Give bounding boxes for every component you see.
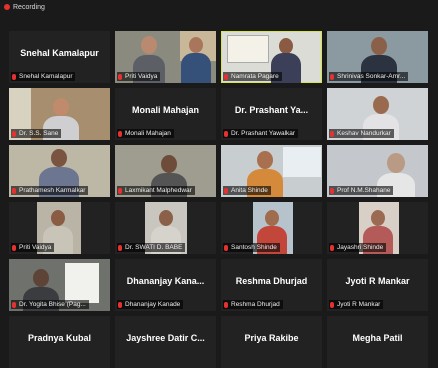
- participant-tile[interactable]: Anita Shinde: [221, 145, 322, 197]
- participant-name-label: Snehal Kamalapur: [11, 72, 76, 81]
- participant-name-label: Santosh Shinde: [223, 243, 280, 252]
- participant-name-label: Prof N.M.Shahane: [329, 186, 394, 195]
- participant-tile[interactable]: Dr. S.S. Sane: [9, 88, 110, 140]
- participant-name-label: Jayashri Shinde: [329, 243, 387, 252]
- participant-name-label: Shrinivas Sonkar-Amr...: [329, 72, 409, 81]
- participant-tile-active-speaker[interactable]: Namrata Pagare: [221, 31, 322, 83]
- participant-tile[interactable]: Dr. SWATI D. BABE: [115, 202, 216, 254]
- participant-tile[interactable]: Monali Mahajan Monali Mahajan: [115, 88, 216, 140]
- participant-display-name: Pradnya Kubal: [27, 333, 92, 343]
- mic-muted-icon: [118, 244, 122, 251]
- mic-muted-icon: [12, 187, 16, 194]
- gallery-grid: Snehal Kamalapur Snehal Kamalapur Priti …: [9, 31, 428, 368]
- participant-tile[interactable]: Laxmikant Malphedwar: [115, 145, 216, 197]
- participant-display-name: Monali Mahajan: [131, 105, 199, 115]
- participant-name-label: Dr. S.S. Sane: [11, 129, 62, 138]
- participant-name-label: Monali Mahajan: [117, 129, 174, 138]
- participant-tile[interactable]: Keshav Nandurkar: [327, 88, 428, 140]
- participant-name-label: Reshma Dhurjad: [223, 300, 283, 309]
- participant-tile[interactable]: Prathamesh Karmalkar: [9, 145, 110, 197]
- participant-name-label: Priti Vaidya: [11, 243, 55, 252]
- mic-muted-icon: [224, 244, 228, 251]
- participant-tile[interactable]: Santosh Shinde: [221, 202, 322, 254]
- participant-tile[interactable]: Pradnya Kubal: [9, 316, 110, 368]
- participant-name-label: Dhananjay Kanade: [117, 300, 184, 309]
- participant-name-label: Prathamesh Karmalkar: [11, 186, 89, 195]
- recording-label: Recording: [13, 3, 45, 11]
- participant-tile[interactable]: Priti Vaidya: [9, 202, 110, 254]
- participant-display-name: Jyoti R Mankar: [345, 276, 410, 286]
- mic-muted-icon: [12, 73, 16, 80]
- participant-display-name: Dhananjay Kana...: [126, 276, 205, 286]
- mic-muted-icon: [118, 187, 122, 194]
- participant-display-name: Dr. Prashant Ya...: [234, 105, 309, 115]
- participant-display-name: Reshma Dhurjad: [235, 276, 308, 286]
- participant-name-label: Anita Shinde: [223, 186, 271, 195]
- mic-muted-icon: [330, 73, 334, 80]
- mic-muted-icon: [224, 130, 228, 137]
- participant-tile[interactable]: Reshma Dhurjad Reshma Dhurjad: [221, 259, 322, 311]
- mic-muted-icon: [330, 244, 334, 251]
- mic-muted-icon: [224, 301, 228, 308]
- recording-indicator: Recording: [0, 0, 438, 14]
- participant-tile[interactable]: Snehal Kamalapur Snehal Kamalapur: [9, 31, 110, 83]
- participant-tile[interactable]: Shrinivas Sonkar-Amr...: [327, 31, 428, 83]
- mic-muted-icon: [118, 301, 122, 308]
- recording-icon: [4, 4, 10, 10]
- participant-tile[interactable]: Jayashri Shinde: [327, 202, 428, 254]
- mic-muted-icon: [118, 130, 122, 137]
- participant-display-name: Priya Rakibe: [244, 333, 299, 343]
- participant-name-label: Dr. Prashant Yawalkar: [223, 129, 299, 138]
- participant-display-name: Megha Patil: [352, 333, 403, 343]
- participant-name-label: Keshav Nandurkar: [329, 129, 394, 138]
- mic-muted-icon: [118, 73, 122, 80]
- participant-name-label: Priti Vaidya: [117, 72, 161, 81]
- participant-name-label: Namrata Pagare: [223, 72, 282, 81]
- mic-muted-icon: [330, 187, 334, 194]
- mic-muted-icon: [12, 130, 16, 137]
- participant-tile[interactable]: Prof N.M.Shahane: [327, 145, 428, 197]
- participant-name-label: Laxmikant Malphedwar: [117, 186, 195, 195]
- participant-tile[interactable]: Dr. Prashant Ya... Dr. Prashant Yawalkar: [221, 88, 322, 140]
- mic-muted-icon: [330, 130, 334, 137]
- participant-tile[interactable]: Priya Rakibe: [221, 316, 322, 368]
- mic-muted-icon: [12, 244, 16, 251]
- participant-tile[interactable]: Jyoti R Mankar Jyoti R Mankar: [327, 259, 428, 311]
- participant-tile[interactable]: Dr. Yogita Bhise (Pag...: [9, 259, 110, 311]
- participant-name-label: Dr. Yogita Bhise (Pag...: [11, 300, 89, 309]
- mic-muted-icon: [12, 301, 16, 308]
- participant-tile[interactable]: Jayshree Datir C...: [115, 316, 216, 368]
- participant-tile[interactable]: Priti Vaidya: [115, 31, 216, 83]
- participant-display-name: Jayshree Datir C...: [126, 333, 205, 343]
- mic-muted-icon: [224, 73, 228, 80]
- participant-display-name: Snehal Kamalapur: [20, 48, 99, 58]
- participant-name-label: Jyoti R Mankar: [329, 300, 384, 309]
- participant-name-label: Dr. SWATI D. BABE: [117, 243, 186, 252]
- participant-tile[interactable]: Dhananjay Kana... Dhananjay Kanade: [115, 259, 216, 311]
- mic-muted-icon: [330, 301, 334, 308]
- mic-muted-icon: [224, 187, 228, 194]
- participant-tile[interactable]: Megha Patil: [327, 316, 428, 368]
